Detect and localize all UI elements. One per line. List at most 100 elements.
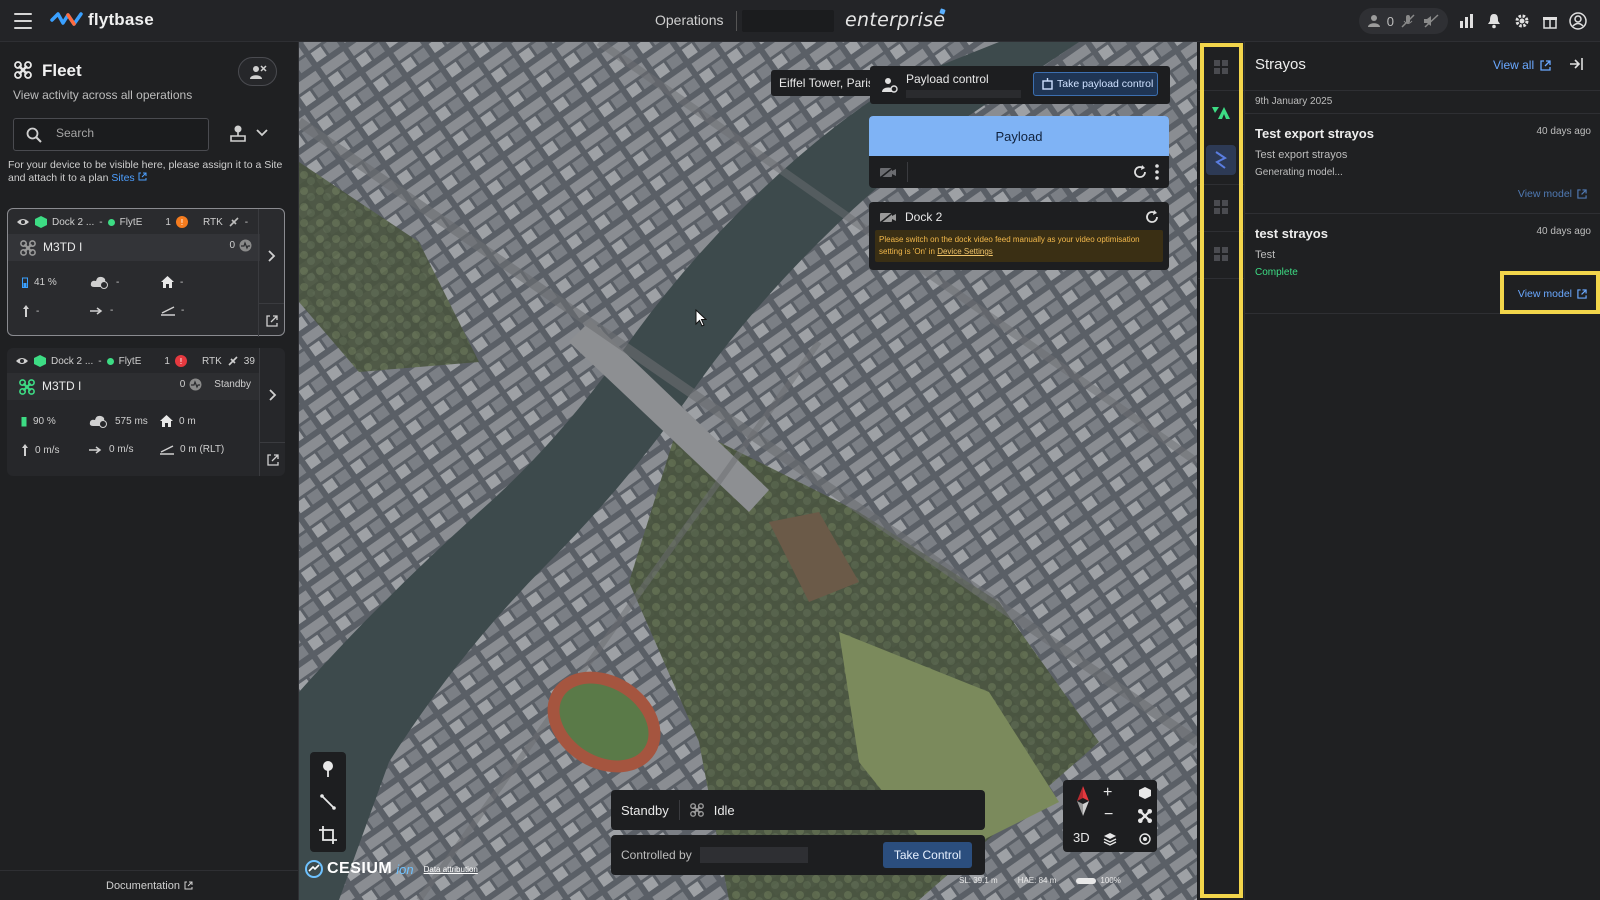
expand-card-button[interactable] [260,348,285,442]
rtk-label: RTK [202,216,223,228]
grid-icon [1214,200,1228,214]
visibility-icon[interactable] [16,217,30,227]
fleet-panel: Fleet View activity across all operation… [0,42,299,900]
speaker-muted-icon[interactable] [1422,13,1440,29]
locate-icon[interactable] [1138,832,1152,846]
fleet-title: Fleet [42,61,82,80]
open-device-button[interactable] [260,442,285,476]
top-right-toolbar: 0 [1358,8,1588,34]
view-mode-toggle[interactable]: 3D [1073,830,1090,845]
more-vertical-icon[interactable] [1155,164,1159,180]
dock-video-panel: Dock 2 Please switch on the dock video f… [869,202,1169,270]
compass-icon[interactable] [1071,786,1095,816]
camera-off-icon [879,210,896,224]
svg-text:!: ! [180,218,183,227]
crop-tool-icon[interactable] [319,826,337,844]
visibility-icon[interactable] [15,356,29,366]
site-filter-dropdown[interactable] [228,124,268,142]
zoom-in-icon[interactable]: + [1103,784,1112,802]
battery-icon [21,417,27,427]
drone-state: Standby [214,379,251,390]
drone-focus-icon[interactable] [1138,809,1152,823]
device-card[interactable]: Dock 2 ... - FlytE 1 ! RTK - M3TD I 0 41… [7,208,285,337]
audio-status-pill[interactable]: 0 [1358,8,1448,34]
edition-label: enterprise [845,9,946,31]
site-icon [230,125,246,142]
horizontal-speed-icon [90,306,103,315]
altitude-stat: - [161,305,184,316]
cesium-attribution: CESIUM ion Data attribution [305,860,478,878]
mic-muted-icon[interactable] [1400,13,1416,29]
dock-status-row: Dock 2 ... - FlytE 1 ! RTK 39 [15,354,255,368]
gift-icon[interactable] [1540,11,1560,31]
line-tool-icon[interactable] [320,794,336,810]
documentation-link[interactable]: Documentation [0,870,299,900]
rail-app-active[interactable] [1206,145,1236,175]
data-attribution-link[interactable]: Data attribution [424,865,478,874]
mouse-cursor-icon [695,309,707,327]
rail-app-1[interactable] [1206,52,1236,82]
controlled-by-label: Controlled by [621,848,692,862]
take-control-button[interactable]: Take Control [883,842,972,868]
chevron-right-icon [267,250,275,262]
layers-icon[interactable] [1103,832,1117,846]
device-card[interactable]: Dock 2 ... - FlytE 1 ! RTK 39 M3TD I 0 S… [7,348,285,476]
account-icon[interactable] [1568,11,1588,31]
refresh-icon[interactable] [1145,210,1159,224]
home-distance-stat: 0 m [160,415,196,427]
pin-icon[interactable] [321,760,335,778]
collapse-panel-icon[interactable] [1569,57,1583,71]
search-icon [26,127,42,143]
search-field[interactable] [13,118,209,151]
map-view[interactable]: Eiffel Tower, Paris Payload control Take… [299,42,1197,900]
rtk-value: - [244,216,249,228]
refresh-icon[interactable] [1133,165,1147,179]
chevron-down-icon [256,129,268,137]
hae-readout: HAE: 84 m [1017,876,1057,885]
cube-icon[interactable] [1138,786,1152,800]
external-link-icon [1540,59,1551,71]
dock-icon [35,216,47,228]
view-model-link[interactable]: View model [1518,188,1587,200]
top-bar: flytbase Operations enterprise 0 [0,0,1600,42]
view-model-link[interactable]: View model [1518,288,1587,300]
model-title: test strayos [1255,226,1328,241]
analytics-icon[interactable] [1456,11,1476,31]
menu-icon[interactable] [14,13,32,29]
satellite-icon [229,217,239,227]
svg-text:!: ! [179,357,182,366]
external-link-icon [1577,289,1587,299]
chevron-right-icon [268,389,276,401]
drone-count: 0 [229,240,235,251]
operations-label[interactable]: Operations [655,12,723,28]
rail-app-4[interactable] [1206,239,1236,269]
gear-icon[interactable] [1512,11,1532,31]
take-payload-control-button[interactable]: Take payload control [1033,72,1158,96]
rail-strayos-app[interactable] [1206,98,1236,128]
open-device-button[interactable] [259,303,284,337]
rail-app-3[interactable] [1206,192,1236,222]
sites-link[interactable]: Sites [111,172,147,184]
payload-user-icon [882,78,898,93]
model-age: 40 days ago [1536,226,1592,237]
model-description: Test [1255,249,1276,261]
payload-tab[interactable]: Payload [869,116,1169,156]
alert-count: 1 [164,355,170,367]
device-settings-link[interactable]: Device Settings [937,247,993,256]
cloud-clock-icon [90,276,108,289]
operation-selector[interactable] [742,10,834,32]
drawing-toolbar [310,752,346,852]
view-all-link[interactable]: View all [1493,58,1551,72]
bell-icon[interactable] [1484,11,1504,31]
brand-logo[interactable]: flytbase [50,10,154,30]
cloud-clock-icon [89,415,107,428]
assign-user-button[interactable] [238,57,277,86]
search-input[interactable] [56,126,196,140]
altitude-icon [161,305,175,316]
external-link-icon [184,881,193,890]
zoom-out-icon[interactable]: − [1104,806,1113,824]
expand-card-button[interactable] [259,209,284,303]
dock-icon [34,355,46,367]
model-description: Test export strayos [1255,149,1348,161]
grid-icon [1214,247,1228,261]
